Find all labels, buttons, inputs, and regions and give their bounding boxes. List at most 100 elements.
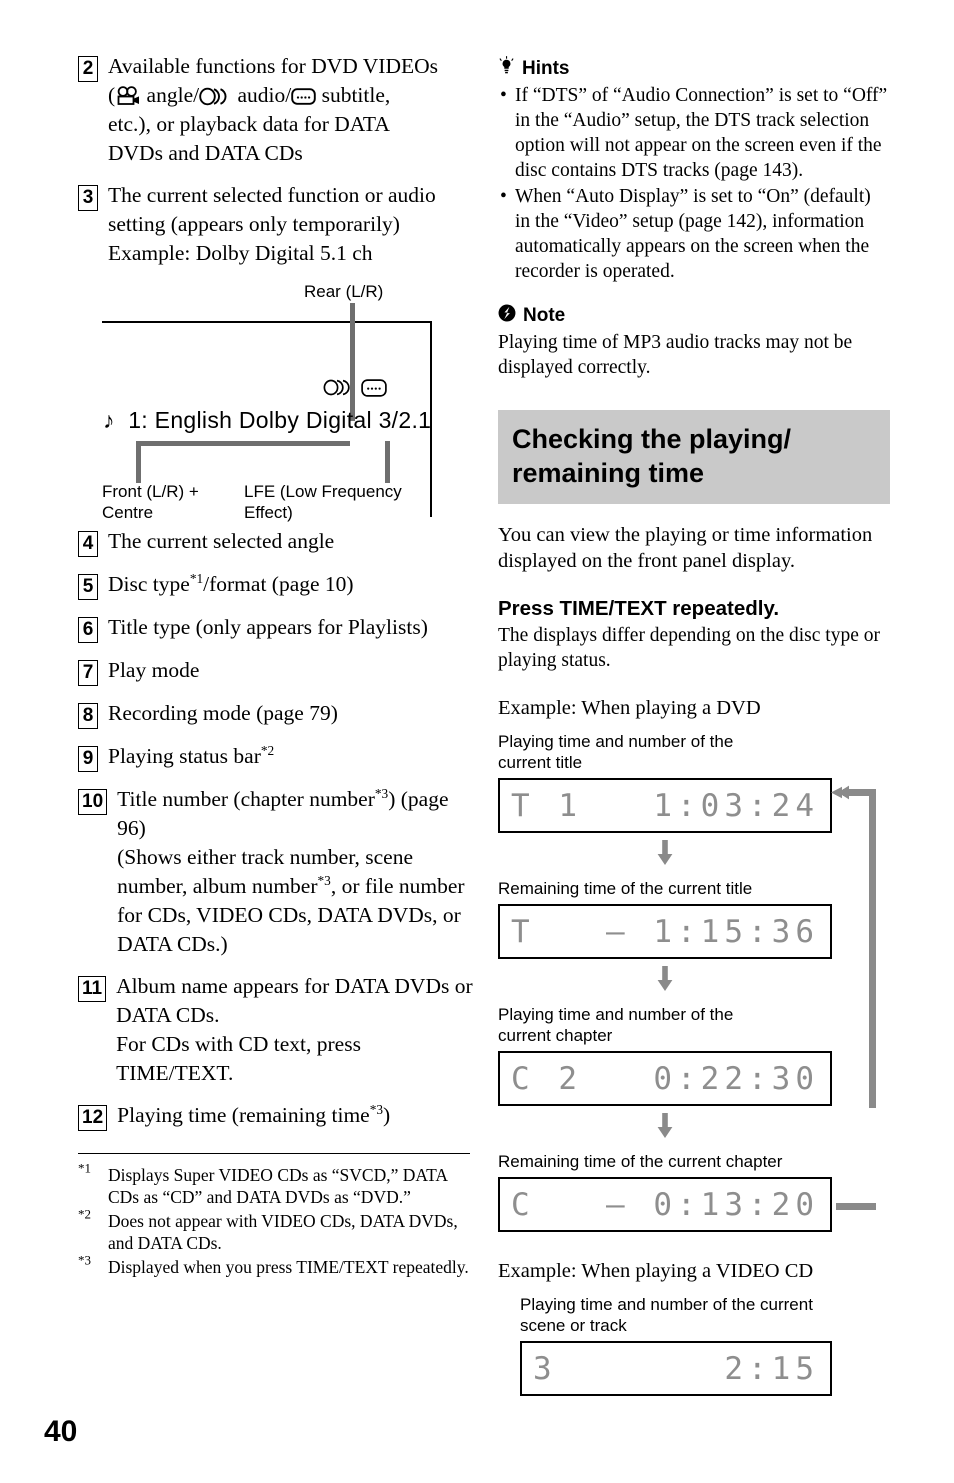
section-heading-banner: Checking the playing/ remaining time <box>498 410 890 504</box>
item-11-text: Album name appears for DATA DVDs or DATA… <box>116 972 478 1088</box>
section-title-line1: Checking the playing/ <box>512 424 792 454</box>
right-column: Hints If “DTS” of “Audio Connection” is … <box>498 56 890 1396</box>
footnote-mark: *2 <box>78 1206 91 1222</box>
item-9-text: Playing status bar*2 <box>108 742 275 768</box>
footnote-text: Displays Super VIDEO CDs as “SVCD,” DATA… <box>108 1165 448 1207</box>
videocd-example-heading: Example: When playing a VIDEO CD <box>498 1260 814 1282</box>
item-number-badge: 6 <box>78 617 98 643</box>
page-number: 40 <box>44 1415 78 1448</box>
item-number-badge: 11 <box>78 976 107 1002</box>
note-exclamation-icon <box>498 304 516 328</box>
diagram-top-rule <box>102 321 432 324</box>
item-number-badge: 9 <box>78 746 98 772</box>
note-title: Note <box>523 305 566 326</box>
down-arrow-icon <box>498 966 832 997</box>
list-item-8: 8 Recording mode (page 79) <box>78 699 478 729</box>
display-right-value: 0:22:30 <box>653 1060 819 1097</box>
display-right-value: 2:15 <box>724 1350 819 1387</box>
diagram-main-text: 1: English Dolby Digital 3/2.1 <box>128 407 432 433</box>
front-panel-display: C – 0:13:20 <box>498 1177 832 1232</box>
manual-page: 2 Available functions for DVD VIDEOs ( a… <box>0 0 954 1483</box>
display-caption: Playing time and number of the current c… <box>498 1005 734 1045</box>
down-arrow-icon <box>498 1113 832 1144</box>
loop-arrow-bottom <box>836 1203 876 1210</box>
hint-item: When “Auto Display” is set to “On” (defa… <box>498 184 890 284</box>
footnote-divider <box>78 1153 470 1154</box>
diagram-label-lfe: LFE (Low Frequency Effect) <box>244 482 402 522</box>
item-4-text: The current selected angle <box>108 529 335 553</box>
display-left-value: C 2 <box>511 1060 582 1097</box>
subtitle-icon <box>291 84 316 105</box>
front-panel-display: T – 1:15:36 <box>498 904 832 959</box>
lightbulb-icon <box>498 56 515 81</box>
press-instruction-body: The displays differ depending on the dis… <box>498 625 880 671</box>
list-item-11: 11 Album name appears for DATA DVDs or D… <box>78 972 478 1088</box>
item-6-text: Title type (only appears for Playlists) <box>108 615 428 639</box>
footnote-text: Displayed when you press TIME/TEXT repea… <box>108 1257 469 1277</box>
front-panel-display: C 2 0:22:30 <box>498 1051 832 1106</box>
item-2-text: Available functions for DVD VIDEOs ( ang… <box>108 54 438 165</box>
footnote-ref: *1 <box>189 570 204 586</box>
display-caption: Remaining time of the current title <box>498 879 753 898</box>
hints-heading: Hints <box>498 56 890 81</box>
dvd-step-2: Remaining time of the current title T – … <box>498 878 832 959</box>
diagram-subtitle-icon <box>361 379 387 402</box>
item-10-text: Title number (chapter number*3) (page 96… <box>117 785 465 956</box>
section-intro: You can view the playing or time informa… <box>498 524 873 572</box>
list-item-6: 6 Title type (only appears for Playlists… <box>78 613 478 643</box>
diagram-display-text: ♪ 1: English Dolby Digital 3/2.1 <box>103 407 431 434</box>
item-5-text: Disc type*1/format (page 10) <box>108 570 354 596</box>
item-number-badge: 3 <box>78 185 98 211</box>
angle-icon <box>115 85 141 105</box>
footnote-ref: *3 <box>369 1101 384 1117</box>
display-caption: Playing time and number of the current t… <box>498 732 734 772</box>
footnote-ref: *3 <box>374 785 389 801</box>
item-number-badge: 5 <box>78 574 98 600</box>
item-3-line2: Example: Dolby Digital 5.1 ch <box>108 241 373 265</box>
footnote-mark: *3 <box>78 1252 91 1268</box>
item-number-badge: 7 <box>78 660 98 686</box>
item-8-text: Recording mode (page 79) <box>108 701 338 725</box>
dvd-display-sequence: Playing time and number of the current t… <box>498 731 890 1232</box>
press-instruction-heading: Press TIME/TEXT repeatedly. <box>498 597 780 620</box>
hints-list: If “DTS” of “Audio Connection” is set to… <box>498 83 890 284</box>
display-left-value: C <box>511 1186 535 1223</box>
diagram-label-front: Front (L/R) + Centre <box>102 482 199 522</box>
diagram-audio-icon <box>323 379 354 401</box>
list-item-9: 9 Playing status bar*2 <box>78 742 478 772</box>
list-item-12: 12 Playing time (remaining time*3) <box>78 1101 478 1131</box>
note-text: Playing time of MP3 audio tracks may not… <box>498 332 853 378</box>
dvd-example-heading: Example: When playing a DVD <box>498 697 761 719</box>
display-caption: Remaining time of the current chapter <box>498 1152 783 1171</box>
footnote-ref: *3 <box>317 872 331 888</box>
down-arrow-icon <box>498 840 832 871</box>
videocd-display-block: Playing time and number of the current s… <box>498 1294 890 1396</box>
footnote-1: *1 Displays Super VIDEO CDs as “SVCD,” D… <box>78 1160 478 1208</box>
section-title-line2: remaining time <box>512 458 705 488</box>
display-caption: Playing time and number of the current s… <box>520 1295 813 1335</box>
item-11-line2: For CDs with CD text, press TIME/TEXT. <box>116 1032 361 1085</box>
footnote-text: Does not appear with VIDEO CDs, DATA DVD… <box>108 1211 458 1253</box>
item-number-badge: 12 <box>78 1105 108 1131</box>
item-number-badge: 4 <box>78 531 98 557</box>
diagram-connector-lfe <box>385 441 390 483</box>
footnotes: *1 Displays Super VIDEO CDs as “SVCD,” D… <box>78 1160 478 1278</box>
item-number-badge: 2 <box>78 56 98 82</box>
front-panel-display: T 1 1:03:24 <box>498 778 832 833</box>
dvd-step-1: Playing time and number of the current t… <box>498 731 832 833</box>
list-item-7: 7 Play mode <box>78 656 478 686</box>
list-item-4: 4 The current selected angle <box>78 527 478 557</box>
footnote-mark: *1 <box>78 1160 91 1176</box>
loop-arrow-head-icon <box>831 782 849 808</box>
footnote-ref: *2 <box>260 742 275 758</box>
dvd-step-3: Playing time and number of the current c… <box>498 1004 832 1106</box>
item-3-text: The current selected function or audio s… <box>108 181 478 268</box>
item-3-line1: The current selected function or audio s… <box>108 183 436 236</box>
diagram-label-rear: Rear (L/R) <box>304 282 384 301</box>
note-heading: Note <box>498 304 890 328</box>
display-left-value: T <box>511 913 535 950</box>
footnote-2: *2 Does not appear with VIDEO CDs, DATA … <box>78 1206 478 1254</box>
item-12-text: Playing time (remaining time*3) <box>117 1101 391 1127</box>
dolby-digital-diagram: Rear (L/R) ♪ 1: English Dolby Digital 3/… <box>78 281 478 522</box>
music-note-glyph: ♪ <box>103 407 115 433</box>
